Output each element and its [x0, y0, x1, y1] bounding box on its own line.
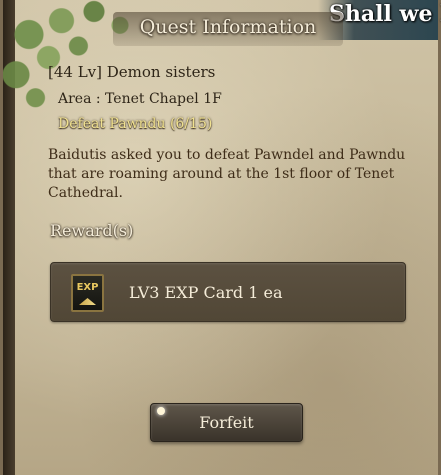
- exp-card-icon-text: EXP: [76, 282, 99, 293]
- quest-description: Baidutis asked you to defeat Pawndel and…: [48, 147, 406, 201]
- quest-area: Area : Tenet Chapel 1F: [58, 91, 222, 107]
- quest-information-window: Shall we l Quest Information [44 Lv] Dem…: [0, 0, 441, 475]
- rewards-heading: Reward(s): [50, 221, 134, 240]
- reward-item[interactable]: EXP LV3 EXP Card 1 ea: [50, 262, 406, 322]
- forfeit-button[interactable]: Forfeit: [150, 403, 303, 442]
- dialogue-caption: Shall we l: [329, 1, 441, 27]
- exp-card-emblem: [79, 298, 96, 305]
- window-title: Quest Information: [139, 16, 317, 38]
- quest-name: [44 Lv] Demon sisters: [48, 63, 216, 81]
- quest-objective: Defeat Pawndu (6/15): [58, 116, 213, 132]
- exp-card-icon: EXP: [71, 274, 104, 312]
- reward-item-label: LV3 EXP Card 1 ea: [129, 283, 283, 302]
- forfeit-button-label: Forfeit: [199, 413, 254, 432]
